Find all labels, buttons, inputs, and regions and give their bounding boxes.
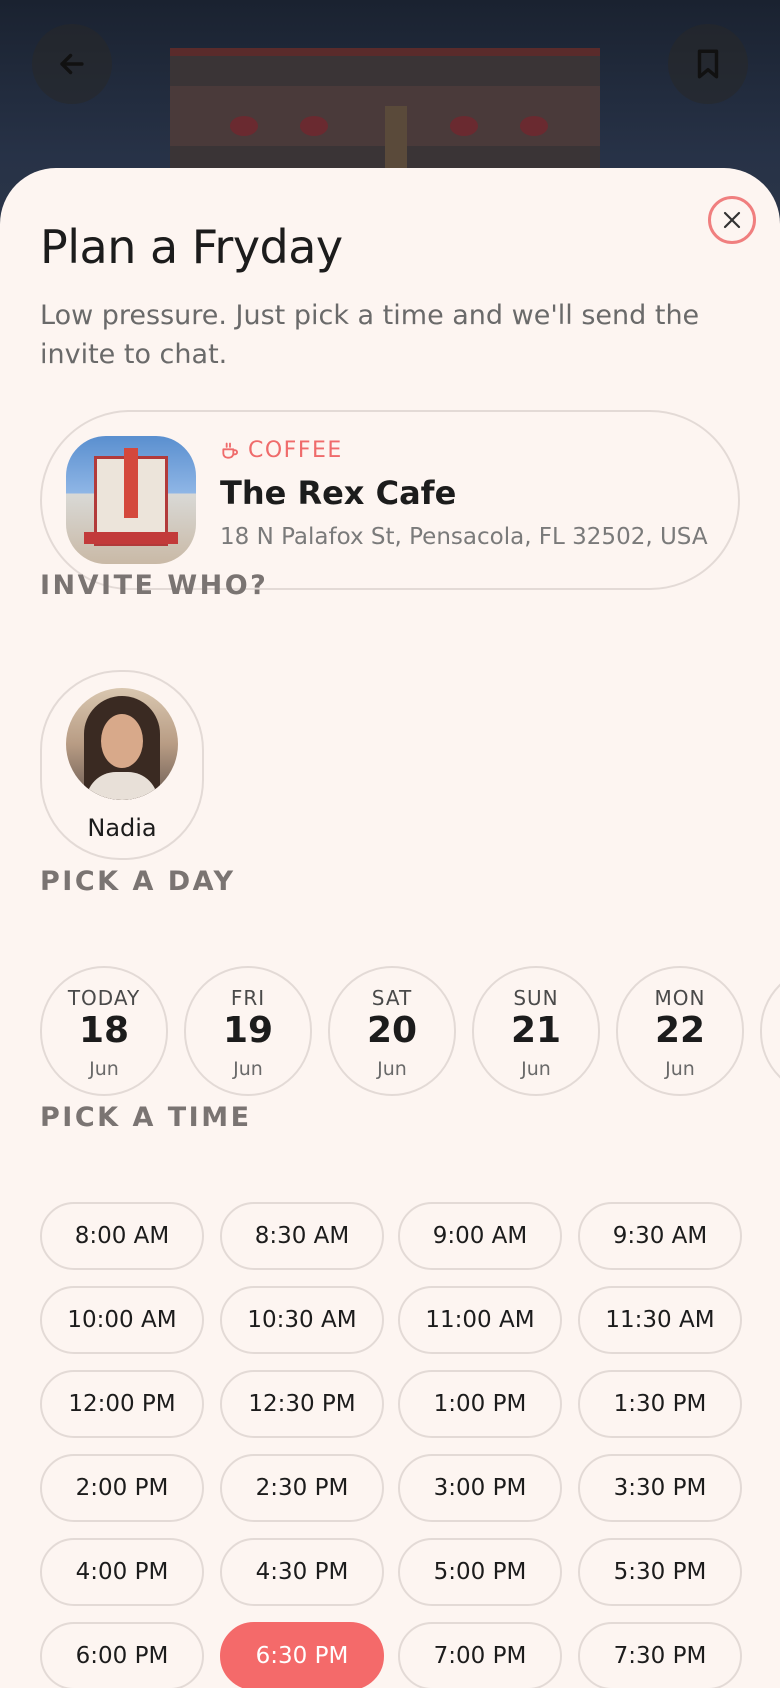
time-slot[interactable]: 7:30 PM	[578, 1622, 742, 1688]
day-chip[interactable]: SUN 21 Jun	[472, 966, 600, 1096]
day-date: 19	[222, 1010, 274, 1051]
arrow-left-icon	[60, 53, 84, 75]
day-weekday: FRI	[230, 986, 266, 1010]
time-slot[interactable]: 3:30 PM	[578, 1454, 742, 1522]
time-slot[interactable]: 12:30 PM	[220, 1370, 384, 1438]
day-month: Jun	[89, 1058, 119, 1080]
day-date: 21	[510, 1010, 562, 1051]
time-slot[interactable]: 2:00 PM	[40, 1454, 204, 1522]
page-title: Plan a Fryday	[40, 220, 343, 274]
bookmark-icon	[697, 49, 719, 79]
back-button[interactable]	[32, 24, 112, 104]
time-slot[interactable]: 12:00 PM	[40, 1370, 204, 1438]
time-slot[interactable]: 8:00 AM	[40, 1202, 204, 1270]
time-slot[interactable]: 5:00 PM	[398, 1538, 562, 1606]
time-slot-selected[interactable]: 6:30 PM	[220, 1622, 384, 1688]
invite-person-card[interactable]: Nadia	[40, 670, 204, 860]
coffee-icon	[222, 442, 238, 459]
day-month: Jun	[665, 1058, 695, 1080]
venue-address: 18 N Palafox St, Pensacola, FL 32502, US…	[220, 524, 708, 550]
day-chip[interactable]: FRI 19 Jun	[184, 966, 312, 1096]
time-slot[interactable]: 3:00 PM	[398, 1454, 562, 1522]
plan-sheet: Plan a Fryday Low pressure. Just pick a …	[0, 168, 780, 1688]
time-slot[interactable]: 8:30 AM	[220, 1202, 384, 1270]
invite-section-label: INVITE WHO?	[40, 570, 269, 601]
day-weekday: SAT	[371, 986, 413, 1010]
invite-person-name: Nadia	[87, 814, 157, 842]
day-month: Jun	[521, 1058, 551, 1080]
time-slot[interactable]: 1:00 PM	[398, 1370, 562, 1438]
time-slot[interactable]: 9:00 AM	[398, 1202, 562, 1270]
time-slot[interactable]: 7:00 PM	[398, 1622, 562, 1688]
venue-name: The Rex Cafe	[220, 474, 457, 512]
time-slot[interactable]: 11:00 AM	[398, 1286, 562, 1354]
day-weekday: MON	[654, 986, 706, 1010]
avatar	[66, 688, 178, 800]
day-date: 20	[366, 1010, 418, 1051]
time-slot[interactable]: 6:00 PM	[40, 1622, 204, 1688]
day-chip[interactable]	[760, 966, 780, 1096]
day-section-label: PICK A DAY	[40, 866, 236, 897]
venue-photo	[66, 436, 196, 564]
time-slot[interactable]: 1:30 PM	[578, 1370, 742, 1438]
day-picker: TODAY 18 Jun FRI 19 Jun SAT 20 Jun SUN 21 Jun MON 22 J…	[40, 966, 780, 1098]
time-slot[interactable]: 5:30 PM	[578, 1538, 742, 1606]
time-slot[interactable]: 10:30 AM	[220, 1286, 384, 1354]
day-chip[interactable]: TODAY 18 Jun	[40, 966, 168, 1096]
venue-card[interactable]: COFFEE The Rex Cafe 18 N Palafox St, Pen…	[40, 410, 740, 590]
day-chip[interactable]: SAT 20 Jun	[328, 966, 456, 1096]
time-slot[interactable]: 11:30 AM	[578, 1286, 742, 1354]
bookmark-button[interactable]	[668, 24, 748, 104]
time-slot[interactable]: 4:00 PM	[40, 1538, 204, 1606]
time-slot[interactable]: 2:30 PM	[220, 1454, 384, 1522]
day-chip[interactable]: MON 22 Jun	[616, 966, 744, 1096]
time-slot[interactable]: 10:00 AM	[40, 1286, 204, 1354]
venue-category-label: COFFEE	[248, 438, 343, 463]
close-button[interactable]	[708, 196, 756, 244]
time-slot[interactable]: 9:30 AM	[578, 1202, 742, 1270]
day-month: Jun	[377, 1058, 407, 1080]
day-month: Jun	[233, 1058, 263, 1080]
day-date: 22	[654, 1010, 706, 1051]
time-section-label: PICK A TIME	[40, 1102, 252, 1133]
day-weekday: SUN	[513, 986, 559, 1010]
time-slot[interactable]: 4:30 PM	[220, 1538, 384, 1606]
close-icon	[723, 211, 741, 229]
day-weekday: TODAY	[67, 986, 141, 1010]
page-subtitle: Low pressure. Just pick a time and we'll…	[40, 300, 700, 370]
day-date: 18	[78, 1010, 130, 1051]
venue-category: COFFEE	[220, 438, 343, 463]
